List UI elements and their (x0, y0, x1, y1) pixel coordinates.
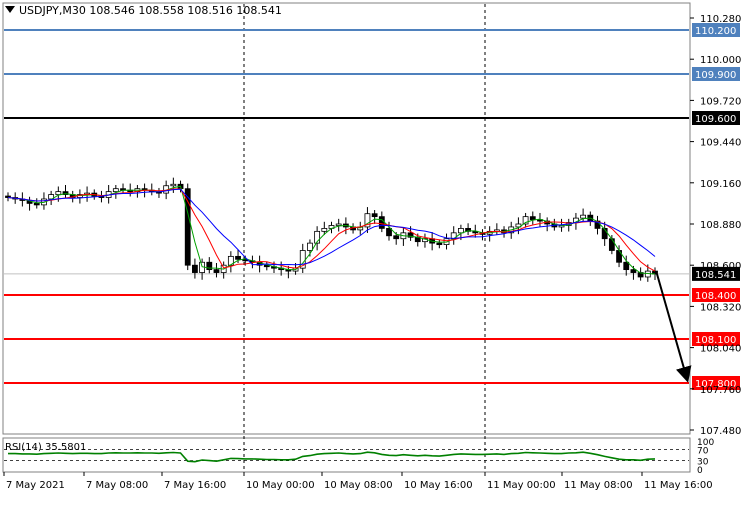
dropdown-triangle-icon[interactable] (5, 6, 15, 13)
price-tick-label: 107.480 (700, 426, 741, 437)
ohlc-low: 108.516 (187, 4, 233, 17)
chart-header: USDJPY,M30 108.546 108.558 108.516 108.5… (5, 4, 282, 17)
candle-body (192, 264, 198, 273)
time-tick-label: 10 May 16:00 (404, 480, 473, 491)
candle-body (457, 228, 464, 234)
level-price-label: 108.400 (695, 291, 736, 302)
candle-body (307, 242, 313, 251)
level-price-label: 109.900 (695, 70, 736, 81)
current-price-label: 108.541 (695, 270, 736, 281)
candle-body (630, 269, 637, 273)
candle-body (213, 269, 220, 273)
time-tick-label: 11 May 00:00 (487, 480, 556, 491)
price-tick-label: 109.720 (700, 96, 741, 107)
candle-body (321, 228, 328, 232)
candle-body (55, 191, 62, 195)
price-tick-label: 110.000 (700, 55, 741, 66)
time-tick-label: 11 May 16:00 (644, 480, 713, 491)
price-tick-label: 109.440 (700, 138, 741, 149)
candle-body (623, 261, 630, 271)
chart-canvas[interactable]: 10070300 110.200109.900109.600108.400108… (0, 0, 752, 503)
candle-body (378, 216, 385, 229)
candle-body (170, 183, 177, 187)
price-tick-label: 108.880 (700, 220, 741, 231)
rsi-tick-label: 70 (697, 446, 709, 456)
time-tick-label: 7 May 2021 (6, 480, 65, 491)
candle-body (335, 223, 342, 226)
ohlc-close: 108.541 (236, 4, 282, 17)
time-tick-label: 10 May 00:00 (246, 480, 315, 491)
price-tick-label: 110.280 (700, 14, 741, 25)
time-tick-label: 10 May 08:00 (324, 480, 393, 491)
candle-body (184, 188, 191, 266)
time-tick-label: 11 May 08:00 (564, 480, 633, 491)
price-tick-label: 108.320 (700, 302, 741, 313)
candle-body (580, 214, 587, 219)
forecast-arrow (656, 273, 692, 383)
rsi-tick-label: 0 (697, 466, 703, 476)
price-tick-label: 107.760 (700, 385, 741, 396)
ohlc-open: 108.546 (89, 4, 135, 17)
ohlc-high: 108.558 (138, 4, 184, 17)
rsi-panel-frame (2, 437, 691, 473)
candle-body (529, 216, 536, 220)
candle-body (33, 202, 40, 206)
time-tick-label: 7 May 08:00 (86, 480, 148, 491)
candle-body (386, 228, 392, 237)
level-price-label: 109.600 (695, 114, 736, 125)
candle-body (436, 242, 443, 246)
time-tick-label: 7 May 16:00 (164, 480, 226, 491)
price-tick-label: 108.040 (700, 344, 741, 355)
candle-body (608, 238, 615, 251)
candle-body (112, 188, 119, 193)
level-price-label: 110.200 (695, 26, 736, 37)
candle-body (371, 213, 378, 218)
price-tick-label: 109.160 (700, 179, 741, 190)
chart-window[interactable]: 100 70 30 0 110.200 109.900 109.600 108.400 108… (0, 0, 752, 503)
rsi-label: RSI(14) 35.5801 (5, 442, 87, 453)
candle-body (235, 255, 241, 260)
candle-body (393, 235, 400, 240)
symbol-label: USDJPY,M30 (19, 4, 86, 17)
